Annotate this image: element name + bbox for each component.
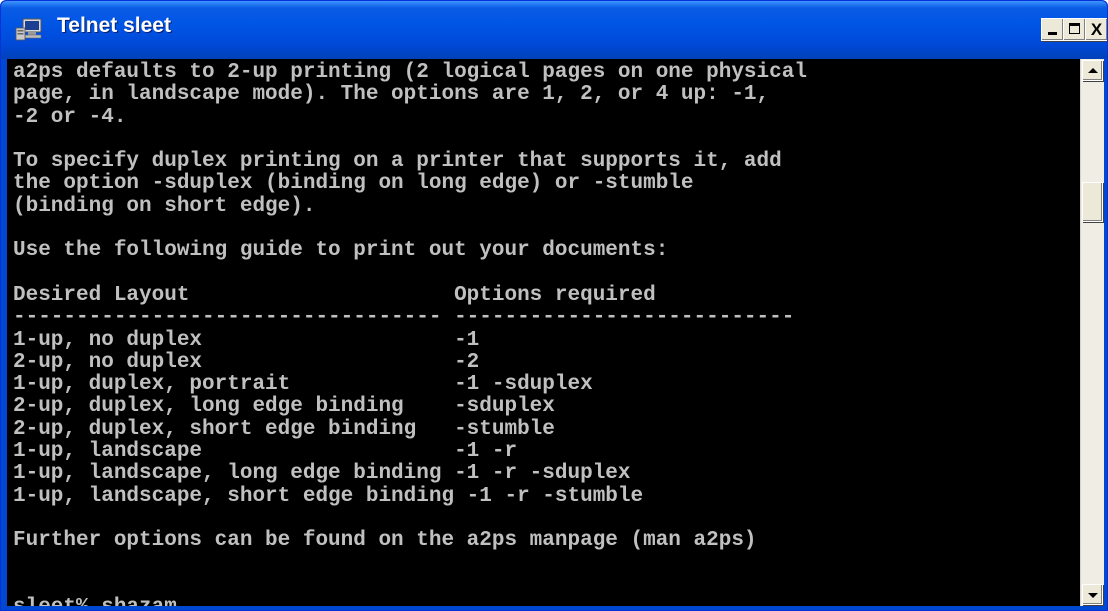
console-prompt-line: sleet% shazam bbox=[13, 596, 807, 606]
scroll-down-arrow-icon bbox=[1088, 593, 1098, 598]
console-line: Desired Layout Options required bbox=[13, 283, 656, 307]
console-line: 1-up, no duplex -1 bbox=[13, 328, 480, 352]
console-line: (binding on short edge). bbox=[13, 194, 316, 218]
window-frame-bottom bbox=[1, 606, 1107, 610]
console-line: 1-up, duplex, portrait -1 -sduplex bbox=[13, 373, 593, 397]
console-line: Use the following guide to print out you… bbox=[13, 239, 669, 263]
console-line: 1-up, landscape -1 -r bbox=[13, 440, 518, 464]
maximize-button[interactable] bbox=[1063, 18, 1086, 41]
console-line: Further options can be found on the a2ps… bbox=[13, 529, 757, 553]
console-line: 1-up, landscape, short edge binding -1 -… bbox=[13, 484, 644, 508]
console-line: 2-up, duplex, short edge binding -stumbl… bbox=[13, 417, 555, 441]
terminal-console[interactable]: a2ps defaults to 2-up printing (2 logica… bbox=[7, 59, 1080, 606]
console-line: 1-up, landscape, long edge binding -1 -r… bbox=[13, 462, 631, 486]
scroll-up-arrow-icon bbox=[1088, 68, 1098, 73]
console-line: -2 or -4. bbox=[13, 105, 127, 129]
telnet-window: Telnet sleet X a2ps defaults to 2-up pri… bbox=[0, 0, 1108, 611]
scroll-down-button[interactable] bbox=[1082, 584, 1103, 605]
console-line: ---------------------------------- -----… bbox=[13, 306, 795, 330]
close-button[interactable]: X bbox=[1085, 18, 1107, 41]
console-line: the option -sduplex (binding on long edg… bbox=[13, 172, 694, 196]
close-icon: X bbox=[1090, 20, 1103, 39]
window-frame-right bbox=[1104, 59, 1107, 606]
console-line: a2ps defaults to 2-up printing (2 logica… bbox=[13, 61, 807, 84]
minimize-icon bbox=[1048, 32, 1057, 35]
minimize-button[interactable] bbox=[1041, 18, 1064, 41]
console-line: 2-up, duplex, long edge binding -sduplex bbox=[13, 395, 555, 419]
maximize-icon bbox=[1069, 23, 1080, 34]
title-bar[interactable]: Telnet sleet X bbox=[1, 1, 1107, 59]
terminal-output: a2ps defaults to 2-up printing (2 logica… bbox=[13, 61, 807, 606]
window-title: Telnet sleet bbox=[57, 14, 171, 37]
scrollbar-thumb[interactable] bbox=[1082, 182, 1103, 222]
vertical-scrollbar[interactable] bbox=[1080, 59, 1104, 606]
console-line: page, in landscape mode). The options ar… bbox=[13, 83, 770, 107]
console-line: To specify duplex printing on a printer … bbox=[13, 150, 782, 174]
scroll-up-button[interactable] bbox=[1082, 60, 1103, 81]
telnet-computer-icon bbox=[15, 18, 42, 41]
console-line: 2-up, no duplex -2 bbox=[13, 350, 480, 374]
